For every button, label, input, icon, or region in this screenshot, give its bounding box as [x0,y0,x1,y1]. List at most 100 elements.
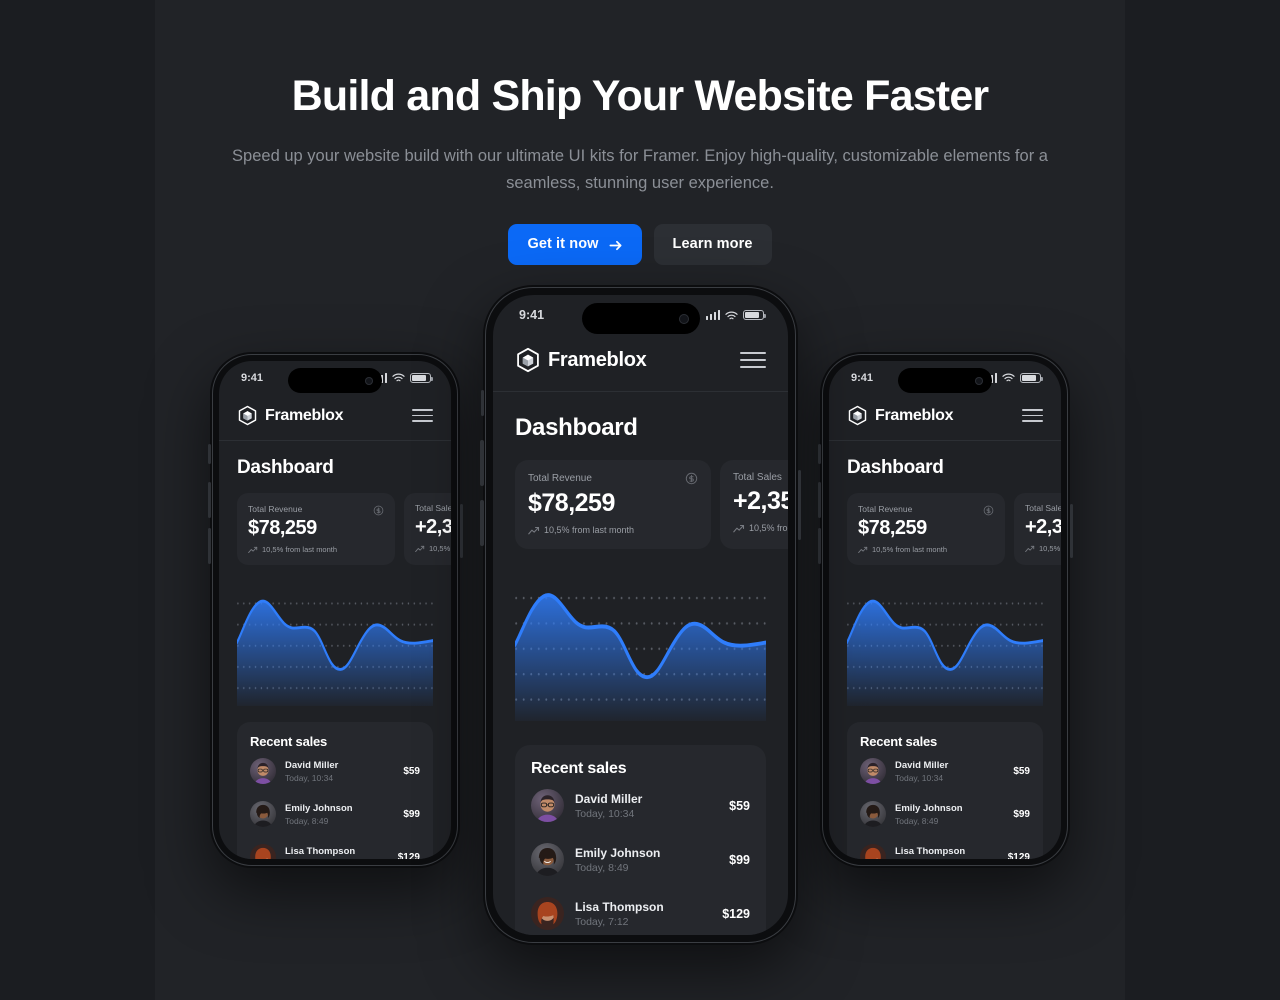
list-item-meta: David Miller Today, 10:34 [575,792,718,820]
avatar [860,844,886,859]
hamburger-menu-icon[interactable] [412,408,433,423]
stat-card-group: Total Revenue $78,259 10,5% from last mo… [237,493,451,565]
hexagon-cube-logo-icon [515,347,541,373]
volume-down-button [480,500,484,546]
phone-mockup-left: 9:41 Frameblox Dashboard Total Revenue $… [207,352,463,868]
app-body: Dashboard Total Revenue $78,259 10,5% fr… [219,457,451,859]
avatar [250,758,276,784]
phone-mockup-right: 9:41 Frameblox Dashboard Total Revenue $… [817,352,1073,868]
volume-up-button [480,440,484,486]
stat-value: $78,259 [858,517,927,539]
sale-time: Today, 8:49 [575,861,629,874]
sale-amount: $59 [1013,765,1030,777]
stat-card-header: Total Sales [415,503,451,513]
stat-card-total-sales[interactable]: Total Sales +2,350 10,5% from last month [1014,493,1061,565]
brand-name: Frameblox [548,348,647,371]
phone-screen-left: 9:41 Frameblox Dashboard Total Revenue $… [219,361,451,859]
stat-card-header: Total Sales [733,472,788,483]
page-root: Build and Ship Your Website Faster Speed… [0,0,1280,1000]
front-camera-icon [365,376,373,385]
volume-down-button [817,528,821,564]
brand: Frameblox [237,405,344,426]
app-header: Frameblox [829,395,1061,441]
stat-value: $78,259 [248,517,317,539]
mute-switch [818,444,821,464]
dynamic-island [288,368,382,393]
list-item[interactable]: Lisa Thompson Today, 7:12 $129 [531,886,750,935]
brand: Frameblox [515,347,647,373]
dollar-circle-icon [373,503,384,516]
revenue-area-chart [237,581,433,706]
sale-time: Today, 10:34 [285,772,334,783]
sale-time: Today, 8:49 [895,815,939,826]
stat-card-total-revenue[interactable]: Total Revenue $78,259 10,5% from last mo… [515,460,711,549]
phone-screen-right: 9:41 Frameblox Dashboard Total Revenue $… [829,361,1061,859]
avatar [531,897,564,930]
stat-card-total-sales[interactable]: Total Sales +2,350 10,5% from last month [720,460,788,549]
list-item[interactable]: Emily Johnson Today, 8:49 $99 [860,792,1030,835]
list-item[interactable]: David Miller Today, 10:34 $59 [860,749,1030,792]
hamburger-menu-icon[interactable] [740,352,766,368]
status-indicators [705,309,766,321]
dynamic-island [581,303,700,334]
stat-card-group: Total Revenue $78,259 10,5% from last mo… [847,493,1061,565]
customer-name: David Miller [895,759,949,771]
stat-card-total-revenue[interactable]: Total Revenue $78,259 10,5% from last mo… [847,493,1005,565]
power-button [797,470,801,540]
customer-name: Lisa Thompson [895,845,966,857]
revenue-area-chart [515,571,766,721]
brand-name: Frameblox [875,406,954,424]
sale-amount: $129 [397,851,420,860]
sale-amount: $129 [1007,851,1030,860]
stat-value: +2,350 [415,516,451,538]
sale-time: Today, 7:12 [895,859,999,860]
status-bar: 9:41 [829,361,1061,395]
stat-card-total-revenue[interactable]: Total Revenue $78,259 10,5% from last mo… [237,493,395,565]
list-item-meta: Emily Johnson Today, 8:49 [285,803,394,826]
stat-delta: 10,5% from last month [415,544,451,553]
stat-delta: 10,5% from last month [858,545,994,554]
avatar [531,789,564,822]
trend-up-icon [733,524,745,533]
dollar-circle-icon [685,472,698,485]
list-item[interactable]: Lisa Thompson Today, 7:12 $129 [860,835,1030,859]
sale-amount: $99 [1013,808,1030,820]
stat-label: Total Revenue [248,503,303,514]
app-header: Frameblox [493,335,788,392]
list-item[interactable]: David Miller Today, 10:34 $59 [531,778,750,832]
list-item-meta: Lisa Thompson Today, 7:12 [895,846,999,860]
sale-amount: $99 [403,808,420,820]
sale-time: Today, 8:49 [285,815,329,826]
recent-sales-title: Recent sales [860,734,938,749]
avatar [531,843,564,876]
volume-up-button [817,482,821,518]
front-camera-icon [678,313,689,324]
list-item[interactable]: Lisa Thompson Today, 7:12 $129 [250,835,420,859]
stat-delta: 10,5% from last month [248,545,384,554]
stat-card-header: Total Sales [1025,503,1061,513]
avatar [860,801,886,827]
avatar [860,758,886,784]
list-item[interactable]: Emily Johnson Today, 8:49 $99 [250,792,420,835]
trend-up-icon [528,526,540,535]
stat-delta: 10,5% from last month [733,523,788,533]
list-item[interactable]: David Miller Today, 10:34 $59 [250,749,420,792]
sale-time: Today, 7:12 [575,915,629,928]
stat-delta: 10,5% from last month [528,525,698,535]
customer-name: David Miller [575,791,643,806]
hexagon-cube-logo-icon [237,405,258,426]
dollar-circle-icon [983,503,994,516]
phone-mockup-center: 9:41 Frameblox Dashboard Total Revenue $… [480,285,801,945]
mute-switch [480,390,484,416]
stat-card-total-sales[interactable]: Total Sales +2,350 10,5% from last month [404,493,451,565]
hamburger-menu-icon[interactable] [1022,408,1043,423]
battery-icon [1020,372,1043,384]
customer-name: Emily Johnson [895,802,963,814]
status-time: 9:41 [851,372,874,384]
stat-label: Total Sales [733,472,782,483]
list-item[interactable]: Emily Johnson Today, 8:49 $99 [531,832,750,886]
list-item-meta: Lisa Thompson Today, 7:12 [575,900,711,928]
avatar [250,844,276,859]
stat-value: $78,259 [528,489,615,517]
sale-time: Today, 7:12 [285,859,389,860]
